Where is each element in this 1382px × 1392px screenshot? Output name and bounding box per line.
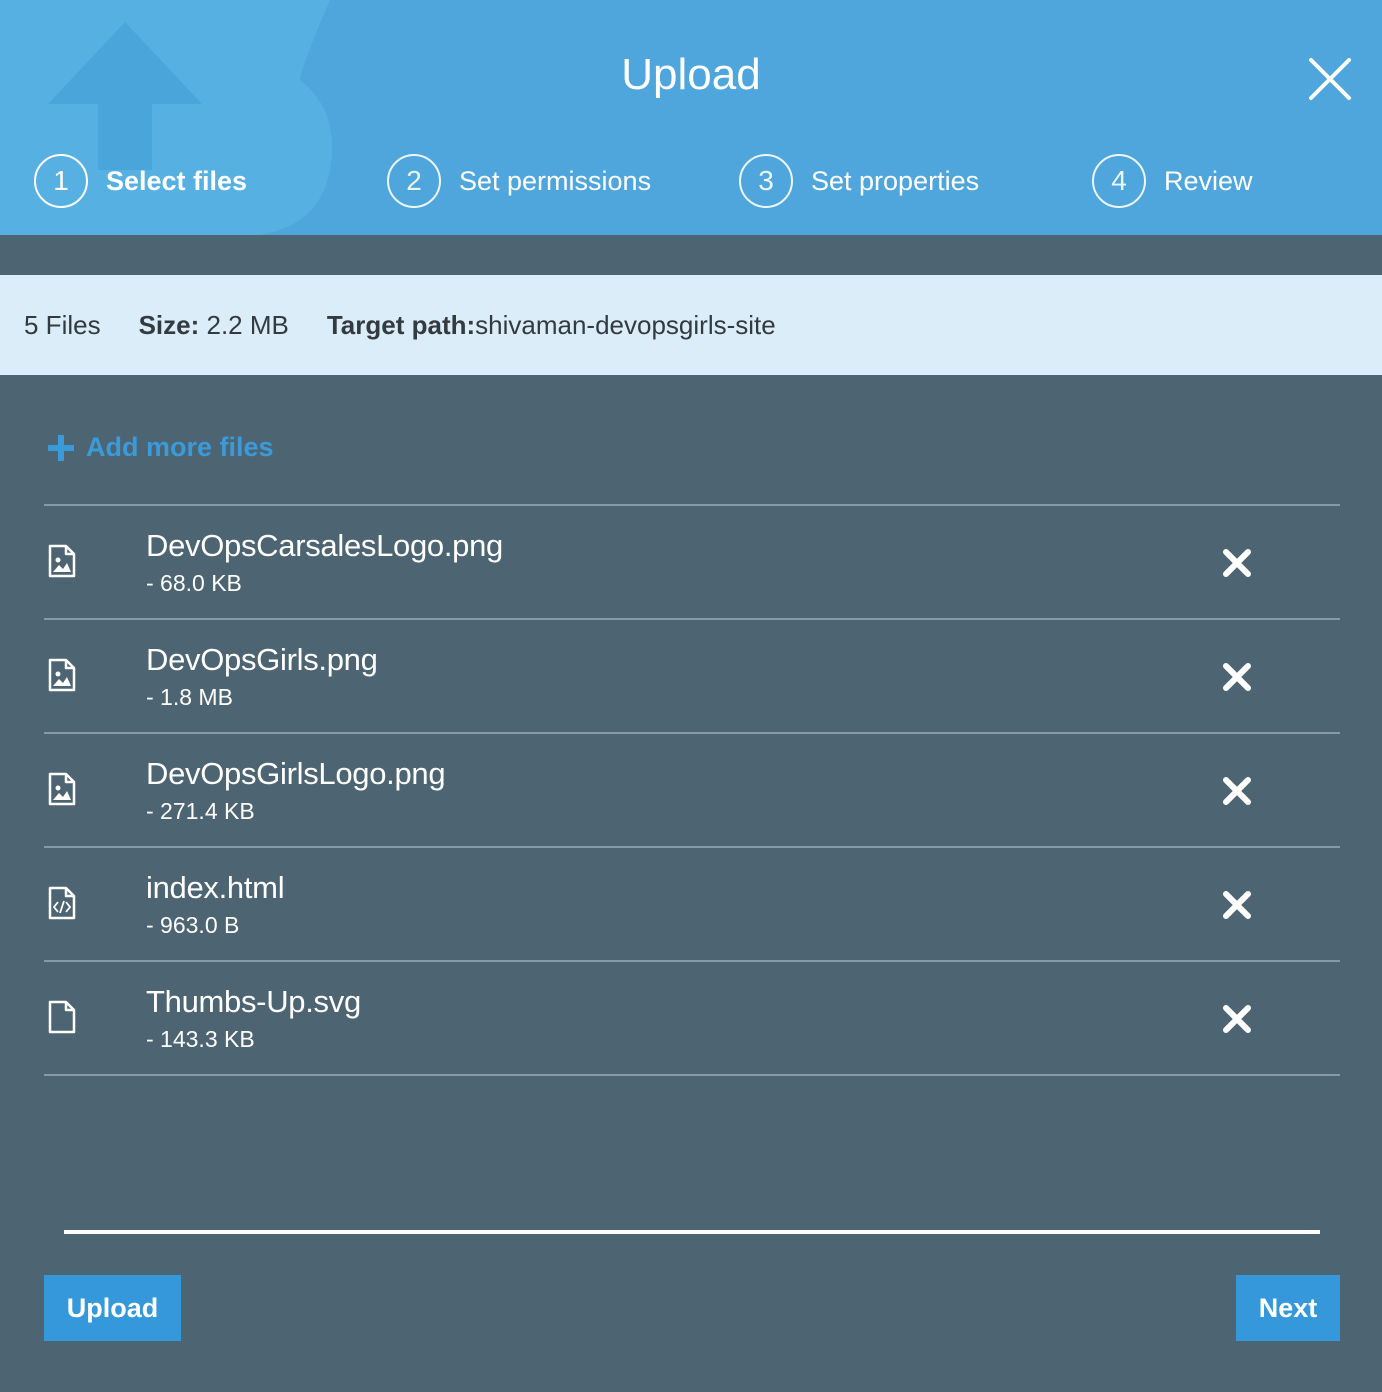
next-button[interactable]: Next [1236,1275,1340,1341]
file-size: - 68.0 KB [146,570,242,596]
file-size: - 1.8 MB [146,684,233,710]
step-number-circle: 4 [1092,154,1146,208]
target-path: Target path:shivaman-devopsgirls-site [327,310,776,341]
remove-file-icon[interactable] [1220,660,1254,694]
files-count: 5 Files [24,309,101,340]
image-file-icon [48,658,76,692]
upload-summary-bar: 5 Files Size: 2.2 MB Target path:shivama… [0,275,1382,375]
footer-divider [64,1230,1320,1234]
total-size: Size: 2.2 MB [139,310,289,341]
step-set-properties[interactable]: 3 Set properties [739,153,979,209]
file-row: DevOpsCarsalesLogo.png - 68.0 KB [44,506,1340,620]
file-row: index.html - 963.0 B [44,848,1340,962]
file-name: Thumbs-Up.svg [146,984,361,1019]
add-more-files-label: Add more files [86,432,274,462]
add-more-files-link[interactable]: Add more files [48,432,274,463]
file-size: - 963.0 B [146,912,240,938]
remove-file-icon[interactable] [1220,888,1254,922]
file-list: DevOpsCarsalesLogo.png - 68.0 KB DevOpsG… [44,504,1340,1076]
step-set-permissions[interactable]: 2 Set permissions [387,153,651,209]
step-label: Set properties [811,165,980,196]
step-number-circle: 2 [387,154,441,208]
image-file-icon [48,544,76,578]
file-name: DevOpsCarsalesLogo.png [146,528,503,563]
size-label: Size: [138,309,200,340]
step-label: Review [1164,165,1253,196]
file-name: index.html [146,870,285,905]
remove-file-icon[interactable] [1220,1002,1254,1036]
file-row: DevOpsGirlsLogo.png - 271.4 KB [44,734,1340,848]
step-label: Set permissions [459,165,652,196]
image-file-icon [48,772,76,806]
code-file-icon [48,886,76,920]
file-name: DevOpsGirlsLogo.png [146,756,446,791]
step-review[interactable]: 4 Review [1092,153,1253,209]
file-row: Thumbs-Up.svg - 143.3 KB [44,962,1340,1076]
step-label: Select files [106,165,248,196]
upload-button[interactable]: Upload [44,1275,181,1341]
file-size: - 143.3 KB [146,1026,255,1052]
wizard-steps: 1 Select files 2 Set permissions 3 Set p… [0,153,1382,213]
step-number-circle: 1 [34,154,88,208]
step-select-files[interactable]: 1 Select files [34,153,247,209]
dialog-title: Upload [621,50,761,99]
file-row: DevOpsGirls.png - 1.8 MB [44,620,1340,734]
step-number-circle: 3 [739,154,793,208]
file-name: DevOpsGirls.png [146,642,378,677]
target-path-value: shivaman-devopsgirls-site [475,309,776,340]
dialog-header: Upload 1 Select files 2 Set permissions … [0,0,1382,235]
blank-file-icon [48,1000,76,1034]
size-value: 2.2 MB [199,309,289,340]
close-icon[interactable] [1305,56,1355,106]
plus-icon [48,434,74,461]
file-size: - 271.4 KB [146,798,255,824]
remove-file-icon[interactable] [1220,774,1254,808]
remove-file-icon[interactable] [1220,546,1254,580]
target-path-label: Target path: [326,309,476,340]
